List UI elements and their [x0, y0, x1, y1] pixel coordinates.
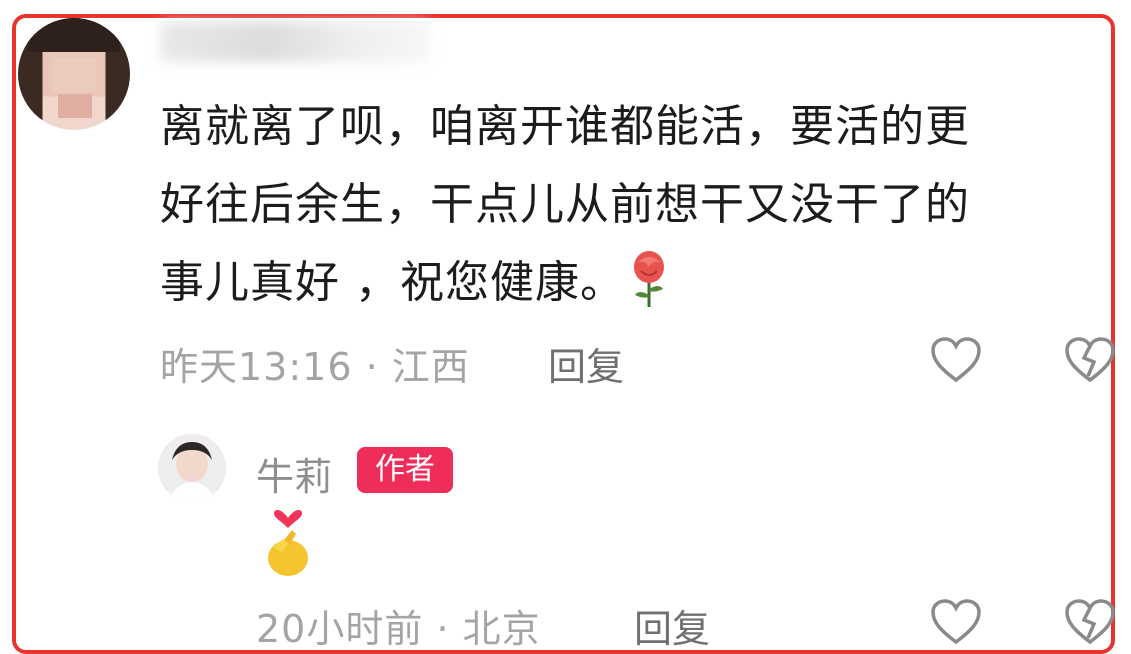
meta-separator: · — [436, 607, 450, 651]
comment-meta: 昨天13:16 · 江西 — [160, 336, 470, 391]
comment-line: 离就离了呗，咱离开谁都能活，要活的更 — [160, 101, 970, 152]
comment-text: 离就离了呗，咱离开谁都能活，要活的更 好往后余生，干点儿从前想干又没干了的 事儿… — [160, 88, 1100, 322]
commenter-avatar[interactable] — [18, 18, 130, 130]
author-avatar[interactable] — [158, 434, 226, 502]
author-username[interactable]: 牛莉 — [256, 446, 332, 501]
reply-meta: 20小时前 · 北京 — [256, 598, 541, 653]
reply-time: 20小时前 — [256, 607, 424, 651]
like-heart-icon[interactable] — [930, 598, 982, 646]
reply-button[interactable]: 回复 — [548, 336, 624, 391]
meta-separator: · — [365, 345, 379, 389]
dislike-broken-heart-icon[interactable] — [1064, 336, 1116, 384]
reply-location: 北京 — [462, 607, 541, 651]
comment-time: 昨天13:16 — [160, 345, 353, 389]
commenter-name-blurred — [160, 22, 430, 62]
rose-emoji-icon — [634, 251, 664, 307]
author-photo-icon — [158, 434, 226, 502]
comment-line-text: 事儿真好 ，祝您健康。 — [160, 257, 625, 308]
finger-heart-emoji-icon — [268, 510, 308, 576]
dislike-broken-heart-icon[interactable] — [1064, 598, 1116, 646]
comment-location: 江西 — [391, 345, 470, 389]
like-heart-icon[interactable] — [930, 336, 982, 384]
author-badge: 作者 — [357, 447, 453, 493]
reply-button[interactable]: 回复 — [634, 598, 710, 653]
comment-line: 事儿真好 ，祝您健康。 — [160, 244, 1100, 322]
comment-line: 好往后余生，干点儿从前想干又没干了的 — [160, 179, 970, 230]
